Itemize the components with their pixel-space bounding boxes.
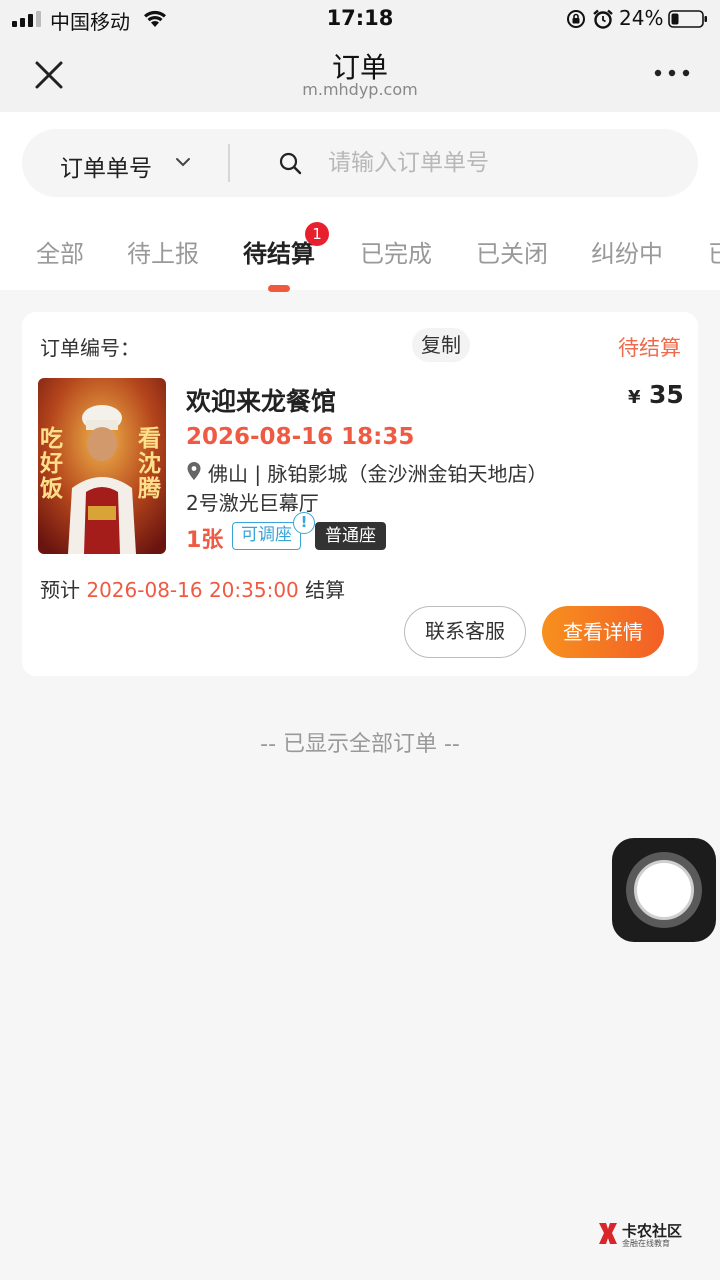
cinema-name: 佛山 | 脉铂影城（金沙洲金铂天地店）: [208, 462, 548, 486]
title-bar: 订单 m.mhdyp.com: [0, 36, 720, 112]
poster-text-right: 看沈腾: [138, 425, 161, 502]
tab-dispute[interactable]: 纠纷中: [591, 234, 663, 269]
adjustable-seat-tag: 可调座: [232, 522, 301, 550]
assistive-touch-inner: [634, 860, 694, 920]
search-input[interactable]: [328, 143, 668, 183]
active-tab-indicator: [268, 285, 290, 292]
page-url: m.mhdyp.com: [302, 80, 418, 99]
tab-completed[interactable]: 已完成: [360, 234, 432, 269]
more-icon[interactable]: [652, 60, 692, 86]
info-icon[interactable]: !: [293, 512, 315, 534]
tab-closed[interactable]: 已关闭: [476, 234, 548, 269]
watermark: 卡农社区 金融在线教育: [596, 1218, 696, 1250]
settle-suffix: 结算: [305, 578, 346, 602]
contact-support-button[interactable]: 联系客服: [404, 606, 526, 658]
movie-poster[interactable]: 吃好饭 看沈腾: [38, 378, 166, 554]
assistive-touch-button[interactable]: [612, 838, 716, 942]
search-type-select[interactable]: 订单单号: [60, 149, 152, 183]
watermark-subtitle: 金融在线教育: [622, 1239, 670, 1248]
hall-name: 2号激光巨幕厅: [186, 491, 319, 515]
tab-badge-count: 1: [305, 222, 329, 246]
seat-type-tag: 普通座: [315, 522, 386, 550]
search-box: 订单单号: [22, 129, 698, 197]
end-of-list-text: -- 已显示全部订单 --: [260, 732, 460, 757]
price-currency: ¥: [628, 387, 641, 408]
chevron-down-icon[interactable]: [174, 155, 192, 169]
assistive-touch-ring: [626, 852, 702, 928]
showtime: 2026-08-16 18:35: [186, 424, 415, 450]
view-details-button[interactable]: 查看详情: [542, 606, 664, 658]
settle-time: 2026-08-16 20:35:00: [86, 578, 299, 602]
settlement-estimate: 预计 2026-08-16 20:35:00 结算: [40, 574, 345, 603]
filter-header: 订单单号 全部 待上报 待结算 1 已完成 已关闭 纠纷中 已: [0, 112, 720, 292]
battery-icon: [668, 10, 707, 28]
search-icon: [279, 152, 302, 175]
search-divider: [228, 144, 230, 182]
copy-button[interactable]: 复制: [412, 328, 470, 362]
location-pin-icon: [187, 462, 201, 480]
status-bar: 中国移动 17:18 24%: [0, 0, 720, 36]
movie-title: 欢迎来龙餐馆: [186, 387, 337, 416]
rotation-lock-icon: [567, 10, 585, 28]
poster-text-left: 吃好饭: [40, 425, 63, 502]
watermark-logo-icon: [599, 1223, 617, 1244]
settle-prefix: 预计: [40, 578, 80, 602]
order-number-label: 订单编号：: [40, 336, 140, 360]
alarm-icon: [593, 9, 613, 29]
order-card[interactable]: 订单编号： 复制 待结算 吃好饭 看沈腾 欢迎来龙餐馆 ¥ 35 2026-08…: [22, 312, 698, 676]
tab-all[interactable]: 全部: [36, 234, 84, 269]
tab-pending-report[interactable]: 待上报: [127, 234, 199, 269]
tab-more-partial[interactable]: 已: [708, 234, 720, 269]
tab-pending-settlement[interactable]: 待结算: [243, 234, 315, 269]
battery-percent: 24%: [619, 6, 664, 30]
order-status: 待结算: [618, 336, 681, 360]
status-tabs: 全部 待上报 待结算 1 已完成 已关闭 纠纷中 已: [0, 222, 720, 292]
ticket-count: 1张: [186, 528, 224, 553]
price-value: 35: [649, 380, 684, 409]
